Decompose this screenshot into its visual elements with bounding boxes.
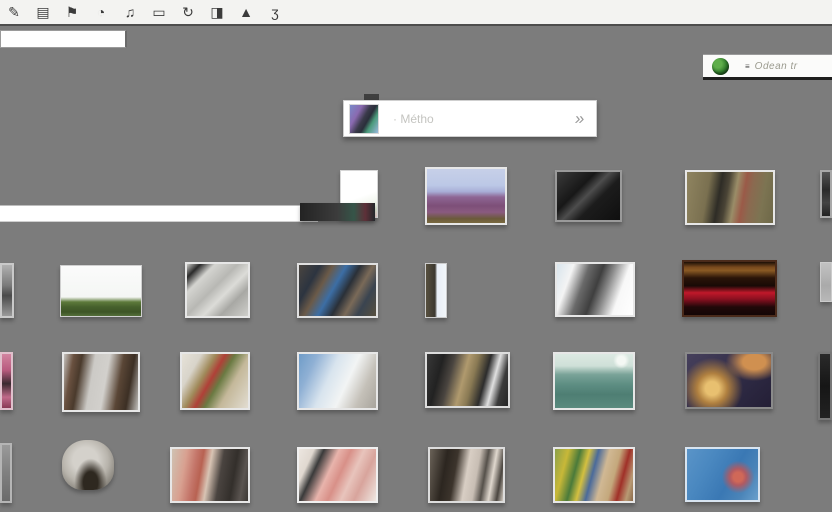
app-canvas: ✎ ▤ ⚑ ◔ ♫ ▭ ↻ ◨ ▲ ʒ ≡ Odean tr · Métho » bbox=[0, 0, 832, 512]
photo-thumbnail-underwater-swimmer[interactable] bbox=[685, 447, 760, 502]
photo-thumbnail-red-neon[interactable] bbox=[682, 260, 777, 317]
account-label: Odean tr bbox=[755, 61, 798, 72]
photo-thumbnail-treeline[interactable] bbox=[60, 265, 142, 317]
address-input[interactable] bbox=[0, 30, 127, 48]
toolbar-icons: ✎ ▤ ⚑ ◔ ♫ ▭ ↻ ◨ ▲ ʒ bbox=[0, 5, 284, 19]
photo-thumbnail-wind-turbine[interactable] bbox=[555, 170, 622, 222]
menu-icon: ≡ bbox=[745, 62, 749, 71]
photo-thumbnail-two-figures[interactable] bbox=[62, 352, 140, 412]
photo-thumbnail-teal-sea[interactable] bbox=[553, 352, 635, 410]
photo-thumbnail-hazy-beach[interactable] bbox=[297, 352, 378, 410]
photo-thumbnail-crowd[interactable] bbox=[297, 263, 378, 318]
mountain-icon[interactable]: ▲ bbox=[237, 5, 255, 19]
photo-thumbnail-edge-dark-right-2[interactable] bbox=[818, 352, 832, 420]
photo-thumbnail-dark-strip[interactable] bbox=[300, 203, 375, 221]
panel-icon[interactable]: ◨ bbox=[208, 5, 226, 19]
photo-thumbnail-gray-rock[interactable] bbox=[555, 262, 635, 317]
photo-thumbnail-playground[interactable] bbox=[553, 447, 635, 503]
refresh-icon[interactable]: ↻ bbox=[179, 5, 197, 19]
photo-thumbnail-helmet-blob[interactable] bbox=[62, 440, 114, 490]
photo-thumbnail-people-with-dog[interactable] bbox=[425, 352, 510, 408]
search-input-text[interactable]: · Métho bbox=[393, 112, 575, 126]
photo-thumbnail-pink-flowers[interactable] bbox=[297, 447, 378, 503]
photo-thumbnail-edge-pink-left[interactable] bbox=[0, 352, 13, 410]
photo-thumbnail-kids-on-white[interactable] bbox=[180, 352, 250, 410]
photo-thumbnail-person-diagonals[interactable] bbox=[428, 447, 505, 503]
script-icon[interactable]: ʒ bbox=[266, 5, 284, 19]
photo-thumbnail-mountain-landscape[interactable] bbox=[425, 167, 507, 225]
search-bar[interactable]: · Métho » bbox=[343, 100, 597, 137]
flag-icon[interactable]: ⚑ bbox=[63, 5, 81, 19]
photo-thumbnail-night-gold[interactable] bbox=[685, 352, 773, 409]
toolbar: ✎ ▤ ⚑ ◔ ♫ ▭ ↻ ◨ ▲ ʒ bbox=[0, 0, 832, 26]
photo-thumbnail-edge-dark-right-1[interactable] bbox=[820, 170, 832, 218]
photo-thumbnail-figure-sky[interactable] bbox=[425, 263, 447, 318]
photo-thumbnail-face-closeup[interactable] bbox=[170, 447, 250, 503]
clock-icon[interactable]: ◔ bbox=[92, 5, 110, 19]
pen-icon[interactable]: ✎ bbox=[5, 5, 23, 19]
layers-icon[interactable]: ▤ bbox=[34, 5, 52, 19]
music-icon[interactable]: ♫ bbox=[121, 5, 139, 19]
search-submit-icon[interactable]: » bbox=[573, 109, 585, 129]
photo-thumbnail-edge-collage-left[interactable] bbox=[0, 263, 14, 318]
globe-icon bbox=[712, 58, 729, 75]
photo-thumbnail-edge-light-right[interactable] bbox=[820, 262, 832, 302]
image-icon[interactable]: ▭ bbox=[150, 5, 168, 19]
photo-thumbnail-edge-gray-left[interactable] bbox=[0, 443, 12, 503]
progress-bar bbox=[0, 205, 318, 222]
photo-thumbnail-hunter-field[interactable] bbox=[685, 170, 775, 225]
search-thumbnail bbox=[349, 104, 379, 134]
account-bar[interactable]: ≡ Odean tr bbox=[703, 54, 832, 80]
photo-thumbnail-sketch-collage[interactable] bbox=[185, 262, 250, 318]
